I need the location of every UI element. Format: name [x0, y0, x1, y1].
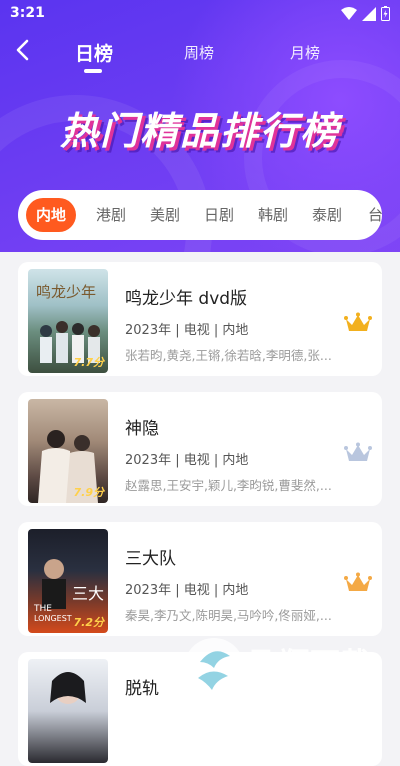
score-badge: 7.7分 [73, 356, 105, 369]
active-tab-indicator [84, 69, 102, 73]
tab-weekly[interactable]: 周榜 [184, 42, 214, 63]
ranking-item[interactable]: 7.9分 神隐 2023年 | 电视 | 内地 赵露思,王安宇,颖儿,李昀锐,曹… [18, 392, 382, 506]
svg-text:LONGEST: LONGEST [34, 614, 72, 623]
category-hk-drama[interactable]: 港剧 [96, 204, 126, 225]
drama-meta: 2023年 | 电视 | 内地 [125, 323, 249, 338]
category-mainland[interactable]: 内地 [26, 198, 77, 232]
ranking-tabs: 日榜 周榜 月榜 [0, 34, 400, 74]
status-bar: 3:21 [0, 0, 400, 28]
svg-text:鸣龙少年: 鸣龙少年 [36, 283, 96, 301]
status-time: 3:21 [10, 5, 45, 21]
ranking-item[interactable]: 鸣龙少年 7.7分 鸣龙少年 dvd版 2023年 | 电视 | 内地 张若昀,… [18, 262, 382, 376]
drama-meta: 2023年 | 电视 | 内地 [125, 453, 249, 468]
battery-icon [381, 6, 390, 21]
drama-title: 脱轨 [125, 679, 159, 699]
score-badge: 7.2分 [73, 616, 105, 629]
tab-monthly[interactable]: 月榜 [290, 42, 320, 63]
silver-crown-icon [344, 442, 372, 461]
tab-daily[interactable]: 日榜 [75, 39, 113, 66]
poster-image: 鸣龙少年 7.7分 [28, 269, 108, 373]
poster-image: THE LONGEST 三大 7.2分 [28, 529, 108, 633]
bronze-crown-icon [344, 572, 372, 591]
category-jp-drama[interactable]: 日剧 [204, 204, 234, 225]
drama-title: 三大队 [125, 549, 176, 569]
category-us-drama[interactable]: 美剧 [150, 204, 180, 225]
category-kr-drama[interactable]: 韩剧 [258, 204, 288, 225]
drama-cast: 赵露思,王安宇,颖儿,李昀锐,曹斐然,... [125, 478, 332, 493]
svg-text:三大: 三大 [72, 584, 104, 603]
poster-image [28, 659, 108, 763]
drama-title: 神隐 [125, 419, 159, 439]
poster-image: 7.9分 [28, 399, 108, 503]
category-tw-drama[interactable]: 台 [368, 204, 382, 225]
drama-cast: 秦昊,李乃文,陈明昊,马吟吟,佟丽娅,... [125, 608, 332, 623]
wifi-icon [341, 6, 357, 20]
ranking-item[interactable]: THE LONGEST 三大 7.2分 三大队 2023年 | 电视 | 内地 … [18, 522, 382, 636]
category-thai-drama[interactable]: 泰剧 [312, 204, 342, 225]
watermark-text: 飞翔下载 [250, 647, 370, 682]
signal-icon [362, 6, 376, 21]
watermark-logo: 飞翔下载 WWW.FXXZ.COM [178, 632, 400, 711]
svg-text:THE: THE [33, 604, 52, 614]
banner-title: 热门精品排行榜 [59, 109, 340, 153]
watermark-url: WWW.FXXZ.COM [252, 685, 376, 700]
drama-cast: 张若昀,黄尧,王锵,徐若晗,李明德,张... [125, 348, 332, 363]
back-arrow-icon[interactable] [12, 38, 36, 62]
drama-title: 鸣龙少年 dvd版 [125, 289, 248, 309]
score-badge: 7.9分 [73, 486, 105, 499]
drama-meta: 2023年 | 电视 | 内地 [125, 583, 249, 598]
category-filter-bar: 内地 港剧 美剧 日剧 韩剧 泰剧 台 [18, 190, 382, 240]
gold-crown-icon [344, 312, 372, 331]
